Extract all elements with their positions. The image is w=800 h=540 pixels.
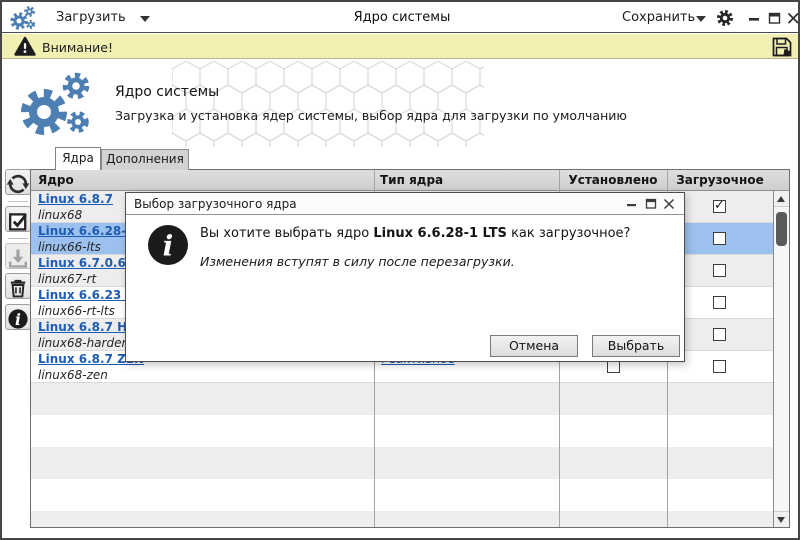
select-button[interactable]: Выбрать bbox=[592, 335, 680, 357]
page-header: Ядро системы Загрузка и установка ядер с… bbox=[2, 59, 798, 148]
tab-kernels[interactable]: Ядра bbox=[55, 147, 101, 170]
bootable-checkbox[interactable] bbox=[713, 232, 726, 245]
minimize-button[interactable] bbox=[748, 12, 761, 25]
kernel-package: linux66-lts bbox=[38, 240, 101, 254]
kernel-package: linux67-rt bbox=[38, 272, 96, 286]
gear-icon[interactable] bbox=[716, 9, 734, 27]
column-header-installed[interactable]: Установлено bbox=[559, 173, 667, 187]
download-icon bbox=[6, 246, 30, 270]
dialog-titlebar[interactable]: Выбор загрузочного ядра bbox=[126, 193, 684, 215]
toolbar: Загрузить Ядро системы Сохранить bbox=[2, 2, 798, 33]
bootable-checkbox[interactable] bbox=[713, 360, 726, 373]
hexagon-pattern bbox=[172, 61, 484, 147]
column-header-kernel[interactable]: Ядро bbox=[38, 173, 74, 187]
changelog-button[interactable]: i bbox=[5, 304, 31, 330]
empty-row-band bbox=[31, 383, 773, 415]
window-title: Ядро системы bbox=[252, 10, 552, 25]
arrow-down-icon bbox=[777, 517, 785, 523]
download-button[interactable] bbox=[5, 243, 31, 269]
dialog-message: Вы хотите выбрать ядро Linux 6.6.28-1 LT… bbox=[200, 226, 630, 241]
svg-text:i: i bbox=[15, 310, 21, 329]
app-window: Загрузить Ядро системы Сохранить Внимани… bbox=[0, 0, 800, 540]
message-suffix: как загрузочное? bbox=[507, 226, 631, 241]
arrow-up-icon bbox=[777, 196, 785, 202]
empty-row-band bbox=[31, 415, 773, 447]
scroll-down-button[interactable] bbox=[774, 511, 789, 527]
refresh-icon bbox=[6, 172, 30, 196]
kernel-link[interactable]: Linux 6.8.7 bbox=[38, 192, 113, 206]
save-menu-button[interactable]: Сохранить bbox=[622, 10, 695, 25]
remove-button[interactable] bbox=[5, 273, 31, 299]
empty-row-band bbox=[31, 447, 773, 479]
kernel-package: linux68 bbox=[38, 208, 82, 222]
select-checkbox-icon bbox=[6, 209, 30, 233]
info-icon: i bbox=[6, 307, 30, 331]
refresh-button[interactable] bbox=[5, 169, 31, 195]
dialog-close-button[interactable] bbox=[663, 198, 675, 210]
vertical-scrollbar[interactable] bbox=[773, 191, 789, 527]
bootable-checkbox[interactable] bbox=[713, 328, 726, 341]
scroll-up-button[interactable] bbox=[774, 191, 789, 207]
page-title: Ядро системы bbox=[115, 84, 219, 100]
load-caret-icon bbox=[140, 16, 150, 22]
maximize-button[interactable] bbox=[768, 12, 781, 25]
load-menu-button[interactable]: Загрузить bbox=[56, 10, 126, 25]
gears-icon bbox=[10, 5, 36, 31]
page-subtitle: Загрузка и установка ядер системы, выбор… bbox=[115, 108, 627, 123]
bootable-checkbox[interactable]: ✓ bbox=[713, 200, 726, 213]
empty-row-band bbox=[31, 511, 773, 527]
kernel-package: linux66-rt-lts bbox=[38, 304, 115, 318]
warning-triangle-icon bbox=[14, 36, 36, 57]
bootable-checkbox[interactable] bbox=[713, 296, 726, 309]
message-prefix: Вы хотите выбрать ядро bbox=[200, 226, 373, 241]
svg-text:i: i bbox=[163, 230, 174, 263]
trash-icon bbox=[6, 276, 30, 300]
dialog-note: Изменения вступят в силу после перезагру… bbox=[200, 254, 515, 269]
warning-text: Внимание! bbox=[42, 40, 113, 55]
sidebar-separator bbox=[8, 238, 28, 239]
boot-kernel-dialog: Выбор загрузочного ядра i Вы хотите выбр… bbox=[125, 192, 685, 362]
floppy-save-icon[interactable] bbox=[770, 35, 794, 59]
sidebar-separator bbox=[8, 201, 28, 202]
tab-addons[interactable]: Дополнения bbox=[101, 149, 189, 170]
save-caret-icon bbox=[696, 16, 706, 22]
bootable-checkbox[interactable] bbox=[713, 264, 726, 277]
empty-row-band bbox=[31, 479, 773, 511]
dialog-maximize-button[interactable] bbox=[645, 198, 657, 210]
select-all-button[interactable] bbox=[5, 206, 31, 232]
message-kernel-name: Linux 6.6.28-1 LTS bbox=[373, 226, 507, 241]
column-header-bootable[interactable]: Загрузочное bbox=[667, 173, 773, 187]
warning-bar: Внимание! bbox=[2, 34, 798, 59]
table-header: Ядро Тип ядра Установлено Загрузочное bbox=[31, 170, 789, 191]
scrollbar-thumb[interactable] bbox=[776, 212, 787, 246]
info-icon: i bbox=[146, 223, 190, 267]
dialog-title: Выбор загрузочного ядра bbox=[134, 197, 297, 211]
kernel-module-icon bbox=[18, 70, 98, 140]
close-button[interactable] bbox=[787, 12, 800, 25]
kernel-package: linux68-zen bbox=[38, 368, 108, 382]
dialog-minimize-button[interactable] bbox=[626, 198, 638, 210]
cancel-button[interactable]: Отмена bbox=[490, 335, 578, 357]
column-header-type[interactable]: Тип ядра bbox=[380, 173, 443, 187]
